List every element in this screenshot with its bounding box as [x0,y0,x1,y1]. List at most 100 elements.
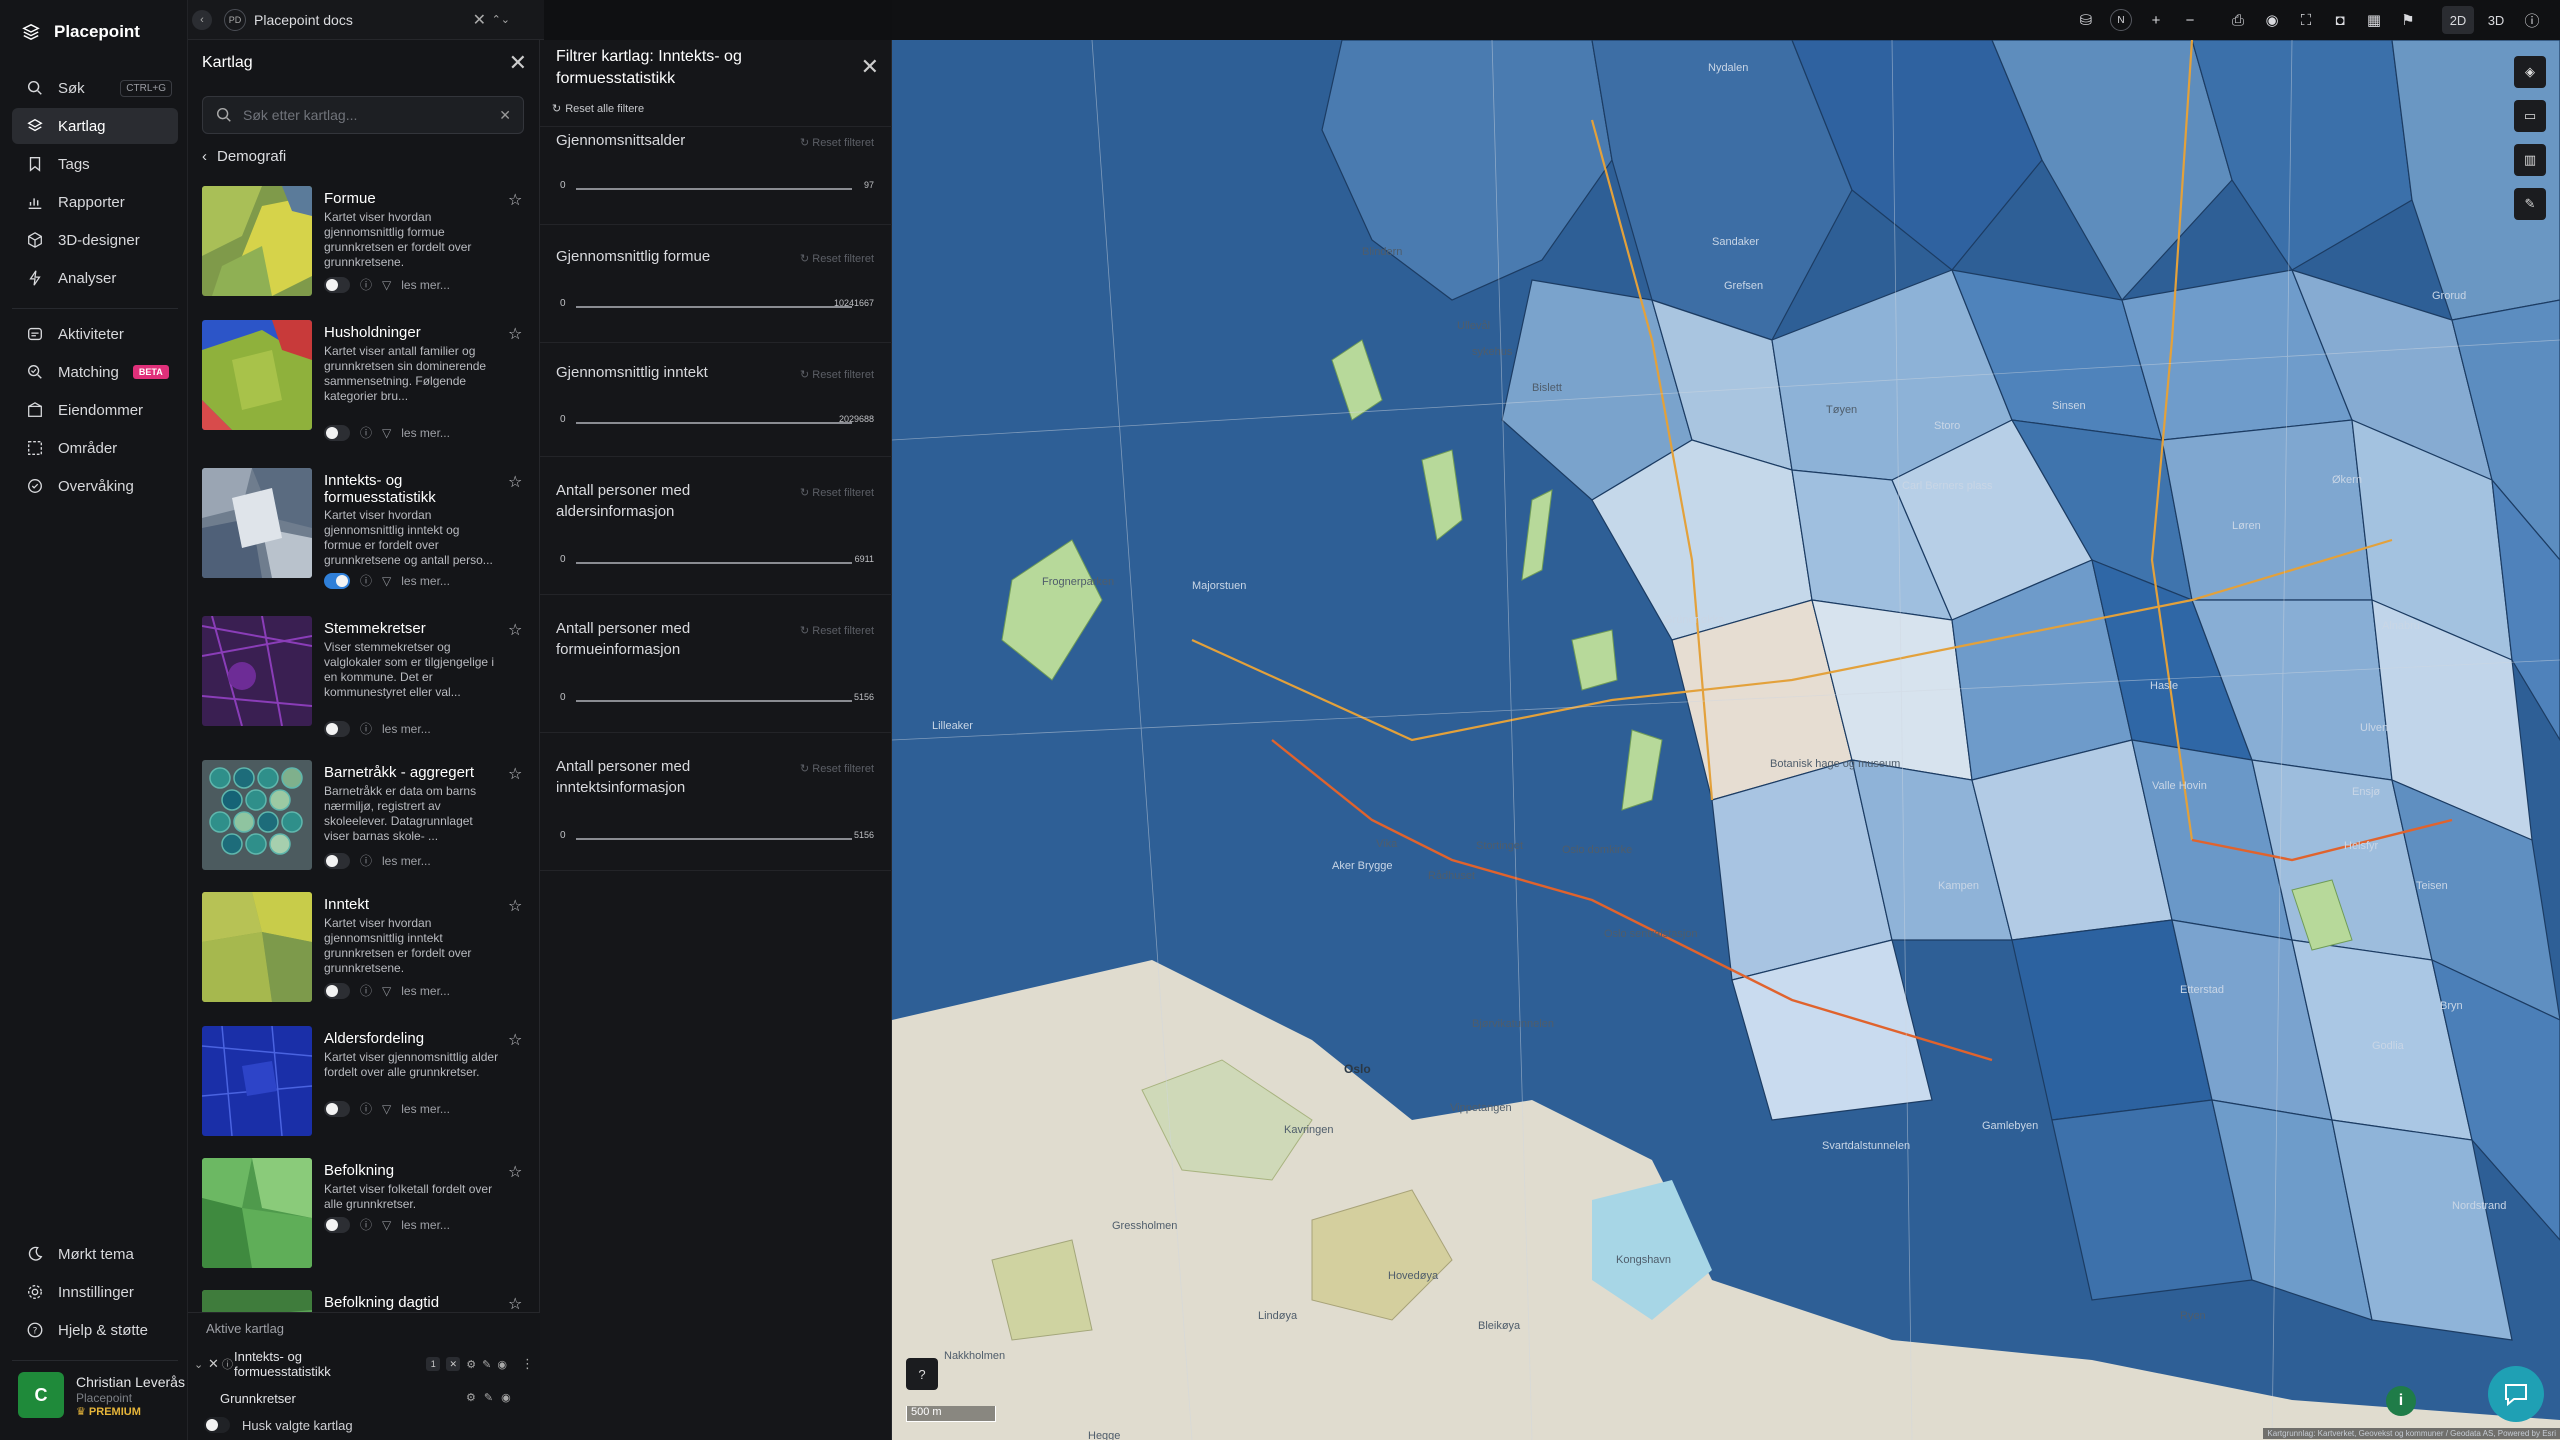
info-icon[interactable]: ⓘ [360,424,372,441]
nav-item-monitoring[interactable]: Overvåking [12,468,178,504]
info-icon[interactable]: ⓘ [360,276,372,293]
reset-filter-button[interactable]: ↻ Reset filteret [800,762,874,775]
nav-item-layers[interactable]: Kartlag [12,108,178,144]
compass-button[interactable]: N [2110,9,2132,31]
settings-icon[interactable]: ⚙ [466,1391,476,1404]
remember-layers-row[interactable]: Husk valgte kartlag [204,1417,353,1433]
nav-item-help[interactable]: ? Hjelp & støtte [12,1312,178,1348]
zoom-out-button[interactable]: − [2176,6,2204,34]
layer-search-input[interactable] [243,107,490,123]
nav-item-analyses[interactable]: Analyser [12,260,178,296]
breadcrumb[interactable]: ‹ Demografi [202,148,286,165]
print-icon[interactable]: ⎙ [2224,6,2252,34]
slider-track[interactable] [576,422,852,424]
reset-filter-button[interactable]: ↻ Reset filteret [800,368,874,381]
read-more-link[interactable]: les mer... [401,1218,450,1232]
eye-icon[interactable]: ◉ [2258,6,2286,34]
layer-toggle[interactable] [324,572,350,589]
range-slider[interactable]: 0 6911 [556,554,878,568]
grid-icon[interactable]: ▦ [2360,6,2388,34]
layer-card-inntekts-og-formuesstatistikk[interactable]: Inntekts- og formuesstatistikk Kartet vi… [202,468,532,594]
nav-item-properties[interactable]: Eiendommer [12,392,178,428]
star-icon[interactable]: ☆ [508,1030,522,1050]
read-more-link[interactable]: les mer... [401,984,450,998]
zoom-in-button[interactable]: + [2142,6,2170,34]
layer-card-barnetrakk[interactable]: Barnetråkk - aggregert Barnetråkk er dat… [202,760,532,886]
read-more-link[interactable]: les mer... [382,722,431,736]
slider-track[interactable] [576,838,852,840]
layer-toggle[interactable] [324,852,350,869]
layer-search[interactable]: ✕ [202,96,524,134]
info-icon[interactable]: ⓘ [360,1216,372,1233]
settings-icon[interactable]: ⚙ [466,1358,476,1371]
reset-all-filters-button[interactable]: ↻ Reset alle filtere [552,102,644,116]
sublayer-row[interactable]: Grunnkretser ⚙ ✎ ◉ [220,1391,511,1406]
nav-item-search[interactable]: Søk CTRL+G [12,70,178,106]
layer-toggle[interactable] [324,1216,350,1233]
info-icon[interactable]: ⓘ [360,1100,372,1117]
more-options-icon[interactable]: ⋮ [521,1356,534,1372]
draw-icon[interactable]: ✎ [2514,188,2546,220]
range-slider[interactable]: 0 5156 [556,692,878,706]
star-icon[interactable]: ☆ [508,764,522,784]
range-slider[interactable]: 0 10241667 [556,298,878,312]
layer-toggle[interactable] [324,1100,350,1117]
layer-card-formue[interactable]: Formue Kartet viser hvordan gjennomsnitt… [202,186,532,312]
chevron-down-icon[interactable]: ⌄ [194,1358,208,1371]
eye-icon[interactable]: ◉ [497,1358,507,1371]
edit-icon[interactable]: ✎ [482,1358,491,1371]
range-slider[interactable]: 0 2029688 [556,414,878,428]
edit-icon[interactable]: ✎ [484,1391,493,1404]
reset-filter-button[interactable]: ↻ Reset filteret [800,624,874,637]
brand[interactable]: Placepoint [22,22,140,42]
slider-track[interactable] [576,700,852,702]
remove-layer-icon[interactable]: ✕ [208,1356,222,1372]
range-slider[interactable]: 0 5156 [556,830,878,844]
nav-item-matching[interactable]: Matching BETA [12,354,178,390]
bookmark-icon[interactable]: ⚑ [2394,6,2422,34]
star-icon[interactable]: ☆ [508,190,522,210]
info-icon[interactable]: ⓘ [360,720,372,737]
nav-item-activities[interactable]: Aktiviteter [12,316,178,352]
mode-3d-button[interactable]: 3D [2480,6,2512,34]
reset-filter-button[interactable]: ↻ Reset filteret [800,486,874,499]
nav-item-tags[interactable]: Tags [12,146,178,182]
basemap-icon[interactable]: ◈ [2514,56,2546,88]
user-profile[interactable]: C Christian Leverås Placepoint ♛ PREMIUM [18,1372,185,1418]
layer-card-befolkning[interactable]: Befolkning Kartet viser folketall fordel… [202,1158,532,1284]
slider-track[interactable] [576,306,852,308]
star-icon[interactable]: ☆ [508,324,522,344]
map-view[interactable]: Nydalen Blindern Ullevål sykehus Bislett… [892,40,2560,1440]
info-icon[interactable]: ⓘ [360,982,372,999]
info-icon[interactable]: ⓘ [2518,6,2546,34]
nav-item-areas[interactable]: Områder [12,430,178,466]
read-more-link[interactable]: les mer... [401,1102,450,1116]
workspace-switcher-icon[interactable]: ⌃⌄ [492,13,510,26]
read-more-link[interactable]: les mer... [401,278,450,292]
eye-icon[interactable]: ◉ [501,1391,511,1404]
filter-icon[interactable]: ▽ [382,1102,391,1116]
read-more-link[interactable]: les mer... [382,854,431,868]
chat-button[interactable] [2488,1366,2544,1422]
nav-item-3d-designer[interactable]: 3D-designer [12,222,178,258]
info-icon[interactable]: ⓘ [222,1356,234,1372]
layer-toggle[interactable] [324,720,350,737]
clear-search-icon[interactable]: ✕ [499,107,511,124]
close-panel-button[interactable]: ✕ [509,50,527,76]
avatar[interactable]: C [18,1372,64,1418]
layer-card-befolkning-dagtid[interactable]: Befolkning dagtid ☆ [202,1290,532,1312]
nav-item-settings[interactable]: Innstillinger [12,1274,178,1310]
close-filter-button[interactable]: ✕ [861,54,879,80]
filter-icon[interactable]: ▽ [382,1218,391,1232]
layer-card-inntekt[interactable]: Inntekt Kartet viser hvordan gjennomsnit… [202,892,532,1018]
filter-icon[interactable]: ▽ [382,574,391,588]
info-button[interactable]: i [2386,1386,2416,1416]
remember-layers-toggle[interactable] [204,1417,230,1433]
fullscreen-icon[interactable]: ⛶ [2292,6,2320,34]
statistics-icon[interactable]: ▥ [2514,144,2546,176]
read-more-link[interactable]: les mer... [401,574,450,588]
layer-card-husholdninger[interactable]: Husholdninger Kartet viser antall famili… [202,320,532,446]
layer-toggle[interactable] [324,982,350,999]
active-layer-row[interactable]: ⌄ ✕ ⓘ Inntekts- og formuesstatistikk 1 ✕… [194,1349,534,1379]
filter-icon[interactable]: ▽ [382,426,391,440]
